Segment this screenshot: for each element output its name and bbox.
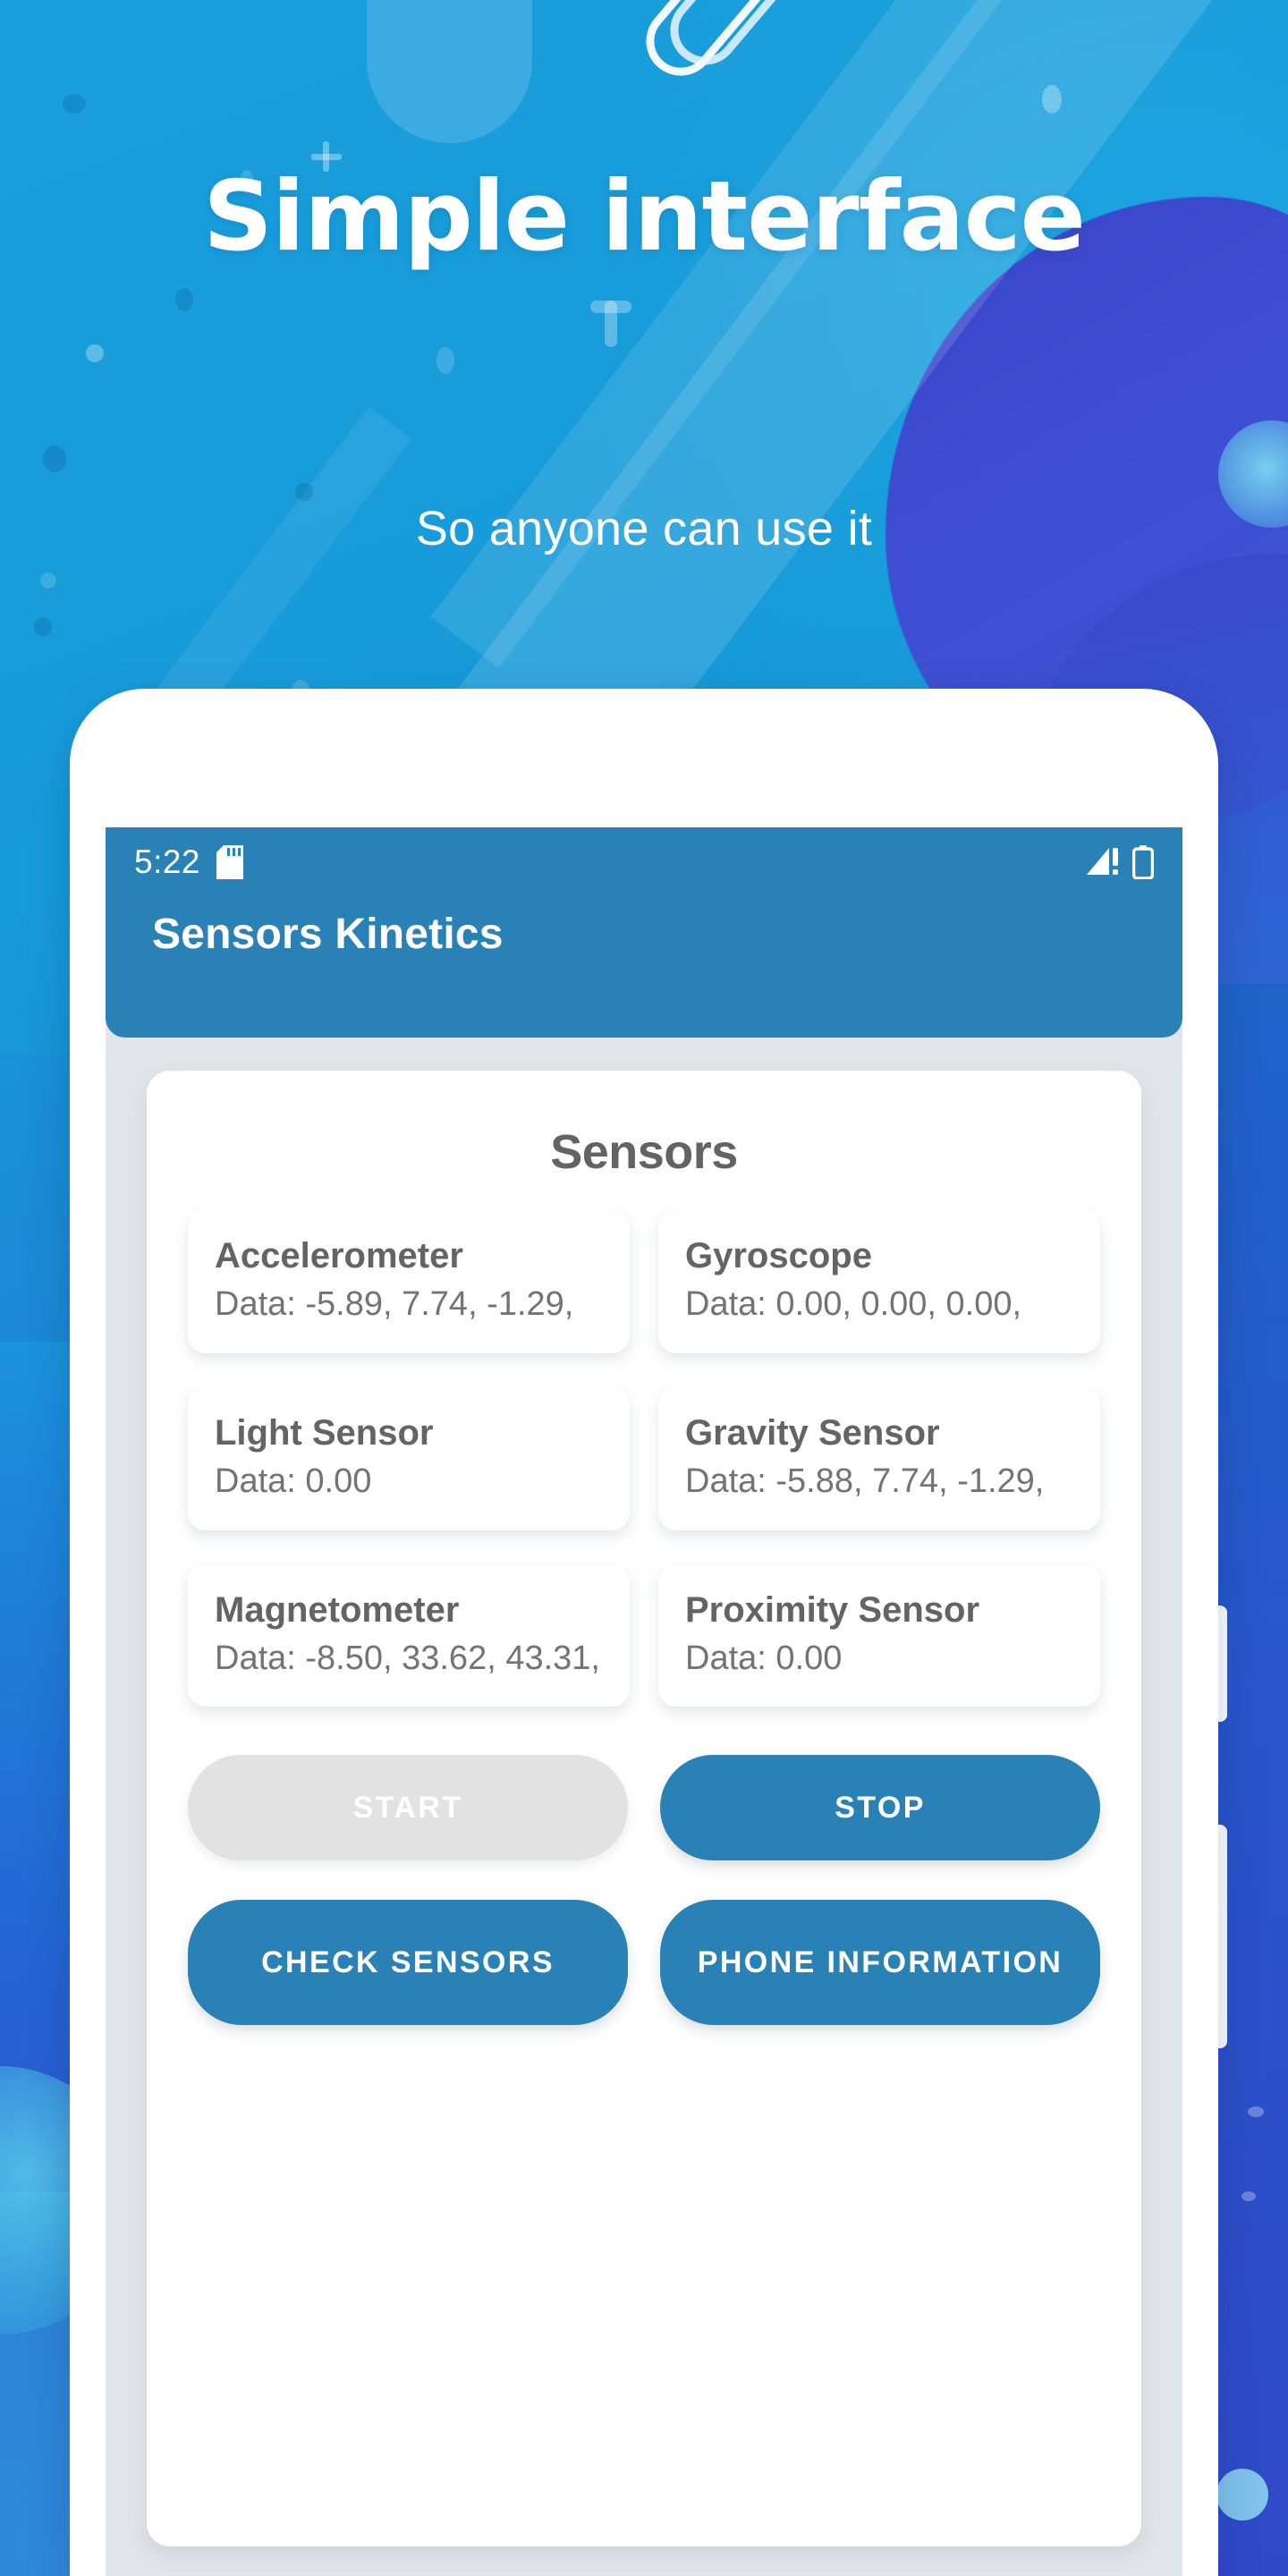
paperclip-icon <box>646 0 776 76</box>
sensor-row: Light Sensor Data: 0.00 Gravity Sensor D… <box>188 1386 1100 1530</box>
sensor-card-light-sensor[interactable]: Light Sensor Data: 0.00 <box>188 1386 630 1530</box>
background-bubble <box>175 288 193 311</box>
start-button[interactable]: START <box>188 1755 628 1861</box>
sensor-name: Light Sensor <box>215 1412 434 1453</box>
background-bubble <box>1042 85 1062 114</box>
sensor-card-gyroscope[interactable]: Gyroscope Data: 0.00, 0.00, 0.00, <box>658 1210 1100 1353</box>
app-title: Sensors Kinetics <box>152 911 504 958</box>
sensor-card-accelerometer[interactable]: Accelerometer Data: -5.89, 7.74, -1.29, <box>188 1210 630 1353</box>
background-bubble <box>43 445 66 472</box>
sensor-name: Magnetometer <box>215 1589 460 1630</box>
sensor-name: Gyroscope <box>685 1236 872 1275</box>
plus-mark-icon <box>605 301 617 347</box>
sensor-data: Data: 0.00 <box>685 1639 843 1677</box>
sensor-data: Data: -5.89, 7.74, -1.29, <box>215 1285 574 1324</box>
secondary-button-row: CHECK SENSORS PHONE INFORMATION <box>147 1860 1141 2026</box>
sensor-card-proximity-sensor[interactable]: Proximity Sensor Data: 0.00 <box>658 1563 1100 1707</box>
phone-screen: 5:22 Sensors Kinetics Sensors Accelerome… <box>106 827 1182 2576</box>
sensor-name: Proximity Sensor <box>685 1589 980 1630</box>
sensor-name: Gravity Sensor <box>685 1412 940 1453</box>
sensors-heading: Sensors <box>550 1125 738 1179</box>
status-bar-clock: 5:22 <box>134 843 201 880</box>
battery-icon <box>1132 845 1154 879</box>
background-bubble <box>436 347 454 374</box>
stop-button[interactable]: STOP <box>660 1755 1100 1861</box>
background-bubble <box>1248 2106 1264 2117</box>
background-streak-a <box>454 0 1288 807</box>
background-bubble <box>295 483 313 501</box>
background-pill-top <box>367 0 532 143</box>
app-bar: 5:22 Sensors Kinetics <box>106 827 1182 1038</box>
sensor-data: Data: -5.88, 7.74, -1.29, <box>685 1462 1045 1500</box>
sensor-name: Accelerometer <box>215 1236 463 1275</box>
phone-mockup: 5:22 Sensors Kinetics Sensors Accelerome… <box>70 689 1218 2576</box>
phone-information-button[interactable]: PHONE INFORMATION <box>660 1900 1100 2026</box>
sensor-row: Magnetometer Data: -8.50, 33.62, 43.31, … <box>188 1563 1100 1707</box>
promo-screenshot: Simple interface So anyone can use it 5:… <box>0 0 1288 2576</box>
sensor-row: Accelerometer Data: -5.89, 7.74, -1.29, … <box>188 1210 1100 1353</box>
sensor-card-gravity-sensor[interactable]: Gravity Sensor Data: -5.88, 7.74, -1.29, <box>658 1386 1100 1530</box>
sensor-grid: Accelerometer Data: -5.89, 7.74, -1.29, … <box>147 1180 1141 1707</box>
background-bubble <box>1241 2191 1256 2201</box>
background-streak-b <box>430 0 1288 668</box>
background-bubble <box>40 572 56 589</box>
signal-warning-icon <box>1087 848 1118 875</box>
sensors-card: Sensors Accelerometer Data: -5.89, 7.74,… <box>147 1071 1141 2546</box>
primary-button-row: START STOP <box>147 1741 1141 1861</box>
status-bar: 5:22 <box>106 827 1182 897</box>
sensor-data: Data: -8.50, 33.62, 43.31, <box>215 1639 600 1677</box>
sensor-data: Data: 0.00 <box>215 1462 372 1500</box>
sensor-data: Data: 0.00, 0.00, 0.00, <box>685 1285 1022 1324</box>
sd-card-icon <box>216 845 244 879</box>
page-subtitle: So anyone can use it <box>415 502 873 555</box>
background-bubble <box>86 344 104 362</box>
background-slab-left-lower <box>0 2191 70 2576</box>
background-slab-left <box>0 1342 70 2576</box>
page-title: Simple interface <box>203 161 1086 273</box>
background-circle-bottom-right <box>1216 2469 1268 2521</box>
check-sensors-button[interactable]: CHECK SENSORS <box>188 1900 628 2026</box>
background-bubble <box>34 617 52 637</box>
background-bubble <box>63 94 86 114</box>
sensor-card-magnetometer[interactable]: Magnetometer Data: -8.50, 33.62, 43.31, <box>188 1563 630 1707</box>
